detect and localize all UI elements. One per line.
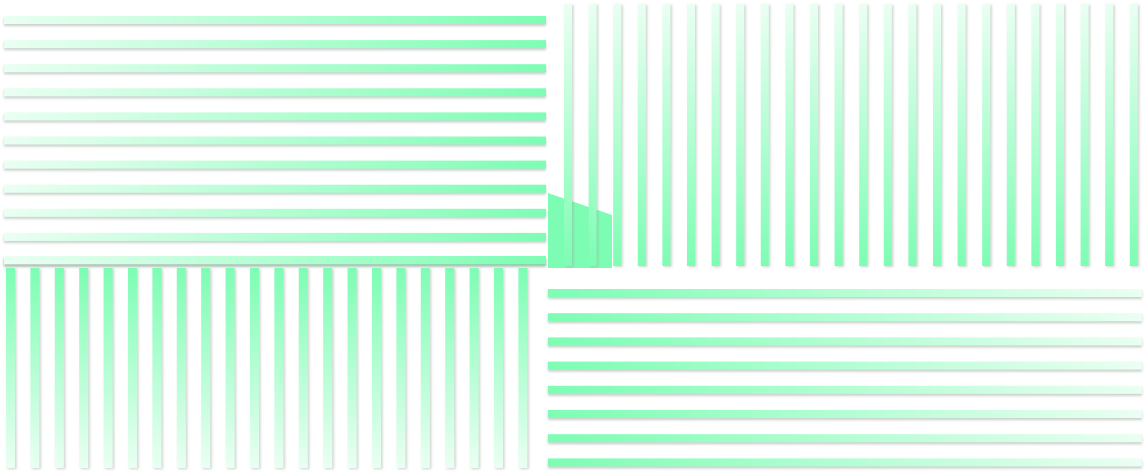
center-wedge xyxy=(548,193,612,268)
vertical-stripe xyxy=(518,268,528,468)
vertical-stripe xyxy=(637,4,646,266)
top-right-vertical-stripes xyxy=(564,4,1138,266)
vertical-stripe xyxy=(445,268,455,468)
vertical-stripe xyxy=(6,268,15,468)
vertical-stripe xyxy=(1031,4,1040,266)
vertical-stripe xyxy=(420,268,430,468)
vertical-stripe xyxy=(494,268,503,468)
horizontal-stripe xyxy=(548,434,1142,443)
vertical-stripe xyxy=(298,268,308,468)
horizontal-stripe xyxy=(548,385,1142,394)
vertical-stripe xyxy=(982,4,991,266)
vertical-stripe xyxy=(54,268,64,468)
vertical-stripe xyxy=(225,268,235,468)
horizontal-stripe xyxy=(4,208,546,217)
bottom-left-vertical-stripes xyxy=(6,268,528,468)
vertical-stripe xyxy=(810,4,818,266)
vertical-stripe xyxy=(908,4,917,266)
vertical-stripe xyxy=(250,268,259,468)
vertical-stripe xyxy=(30,268,40,468)
horizontal-stripe xyxy=(4,64,546,73)
horizontal-stripe xyxy=(548,337,1142,346)
vertical-stripe xyxy=(1105,4,1114,266)
horizontal-stripe xyxy=(4,16,546,24)
vertical-stripe xyxy=(736,4,745,266)
horizontal-stripe xyxy=(548,410,1142,418)
vertical-stripe xyxy=(469,268,479,468)
horizontal-stripe xyxy=(548,458,1142,467)
vertical-stripe xyxy=(274,268,284,468)
vertical-stripe xyxy=(79,268,89,468)
vertical-stripe xyxy=(834,4,843,266)
horizontal-stripe xyxy=(4,160,546,169)
bottom-right-horizontal-stripes xyxy=(548,289,1142,467)
vertical-stripe xyxy=(588,4,597,266)
vertical-stripe xyxy=(613,4,622,266)
vertical-stripe xyxy=(152,268,162,468)
horizontal-stripe xyxy=(4,40,546,49)
vertical-stripe xyxy=(103,268,113,468)
separator-band xyxy=(4,256,546,264)
horizontal-stripe xyxy=(548,361,1142,370)
vertical-stripe xyxy=(1080,4,1089,266)
vertical-stripe xyxy=(883,4,892,266)
vertical-stripe xyxy=(785,4,794,266)
vertical-stripe xyxy=(201,268,211,468)
top-left-horizontal-stripes xyxy=(4,16,546,265)
vertical-stripe xyxy=(1129,4,1138,266)
vertical-stripe xyxy=(323,268,333,468)
vertical-stripe xyxy=(347,268,357,468)
vertical-stripe xyxy=(687,4,695,266)
vertical-stripe xyxy=(372,268,381,468)
vertical-stripe xyxy=(711,4,720,266)
vertical-stripe xyxy=(933,4,941,266)
horizontal-stripe xyxy=(548,289,1142,297)
horizontal-stripe xyxy=(4,112,546,121)
horizontal-stripe xyxy=(4,184,546,193)
vertical-stripe xyxy=(396,268,406,468)
horizontal-stripe xyxy=(4,232,546,241)
vertical-stripe xyxy=(564,4,572,266)
vertical-stripe xyxy=(1006,4,1015,266)
horizontal-stripe xyxy=(548,313,1142,322)
vertical-stripe xyxy=(662,4,671,266)
vertical-stripe xyxy=(859,4,868,266)
horizontal-stripe xyxy=(4,136,546,145)
stripe-pattern-artwork xyxy=(4,4,1142,468)
horizontal-stripe xyxy=(4,88,546,97)
vertical-stripe xyxy=(760,4,769,266)
vertical-stripe xyxy=(176,268,186,468)
vertical-stripe xyxy=(128,268,137,468)
vertical-stripe xyxy=(957,4,966,266)
vertical-stripe xyxy=(1056,4,1064,266)
